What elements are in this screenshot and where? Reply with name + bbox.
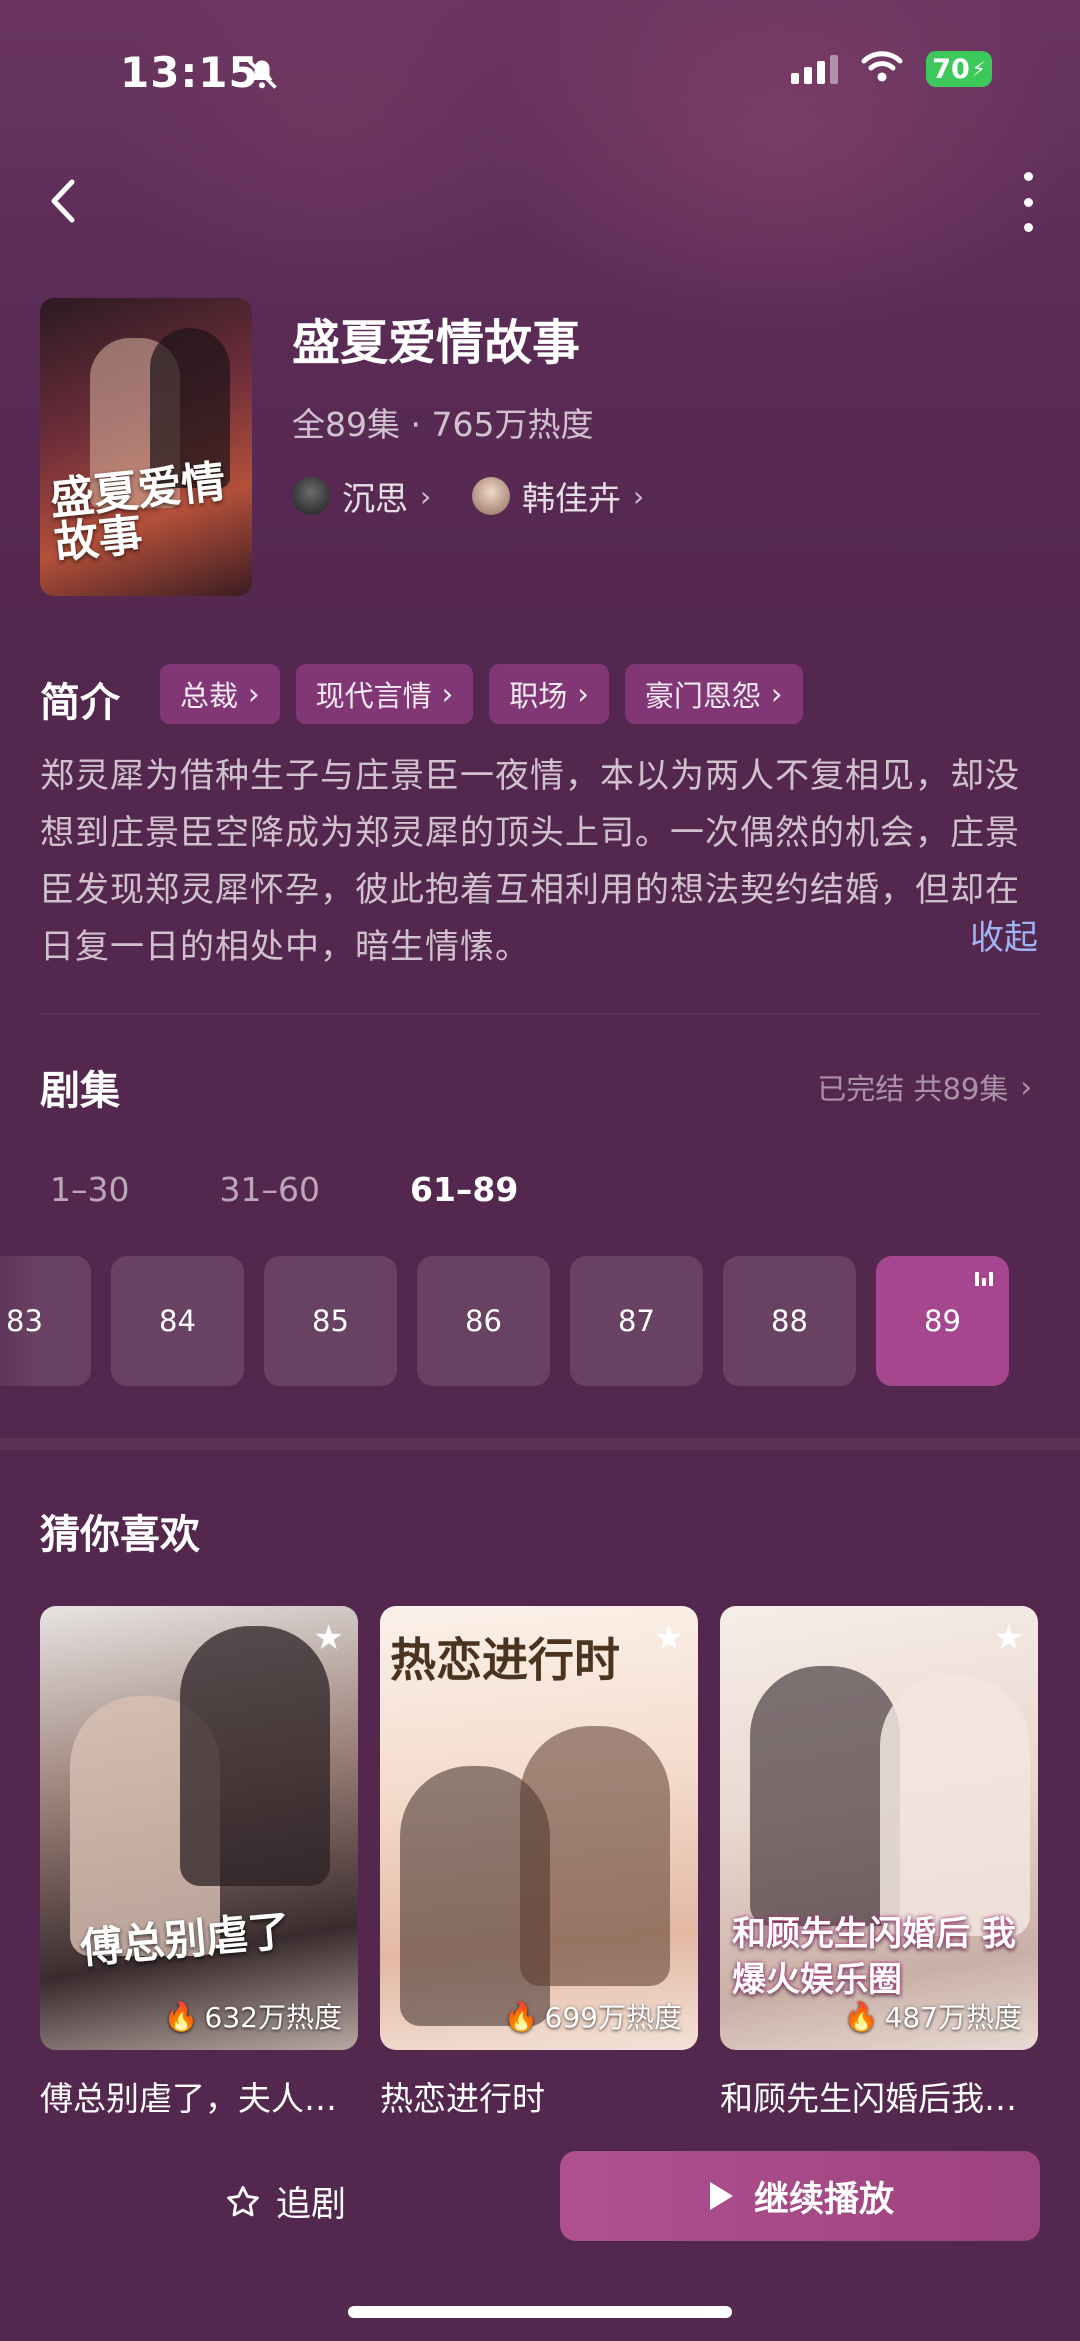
chevron-right-icon: › bbox=[441, 677, 454, 711]
tag-label: 豪门恩怨 bbox=[644, 679, 761, 713]
recommend-thumbnail: 热恋进行时 ★ 🔥 699万热度 bbox=[380, 1606, 698, 2050]
collapse-button[interactable]: 收起 bbox=[970, 910, 1038, 959]
chevron-right-icon: › bbox=[577, 677, 589, 711]
cast-name: 韩佳卉 bbox=[522, 479, 621, 518]
episode-button-88[interactable]: 88 bbox=[723, 1256, 856, 1386]
back-button[interactable] bbox=[40, 170, 90, 230]
heat-badge: 🔥 487万热度 bbox=[844, 1996, 1022, 2036]
home-indicator[interactable] bbox=[348, 2306, 732, 2318]
tab-range-61-89[interactable]: 61–89 bbox=[410, 1170, 518, 1209]
star-icon: ★ bbox=[653, 1618, 684, 1658]
status-time: 13:15 bbox=[120, 48, 259, 97]
tag-label: 总裁 bbox=[180, 679, 239, 713]
chevron-right-icon: › bbox=[633, 479, 645, 513]
tag-modern-romance[interactable]: 现代言情 › bbox=[295, 664, 474, 724]
more-button[interactable] bbox=[1016, 172, 1040, 232]
chevron-left-icon bbox=[51, 179, 75, 223]
intro-heading: 简介 bbox=[40, 680, 120, 726]
section-divider bbox=[0, 1438, 1080, 1450]
heat-value: 699万热度 bbox=[544, 2001, 682, 2034]
charging-icon: ⚡ bbox=[971, 57, 986, 81]
heat-badge: 🔥 699万热度 bbox=[504, 1996, 682, 2036]
episodes-heading: 剧集 bbox=[40, 1068, 120, 1114]
episode-number: 89 bbox=[924, 1304, 961, 1338]
divider bbox=[40, 1013, 1040, 1014]
play-icon bbox=[709, 2182, 733, 2210]
flame-icon: 🔥 bbox=[163, 1999, 199, 2033]
now-playing-icon bbox=[975, 1272, 993, 1286]
signal-icon bbox=[791, 54, 838, 84]
tab-range-31-60[interactable]: 31–60 bbox=[220, 1170, 320, 1209]
battery-level: 70 bbox=[932, 53, 970, 85]
drama-description: 郑灵犀为借种生子与庄景臣一夜情，本以为两人不复相见，却没想到庄景臣空降成为郑灵犀… bbox=[40, 756, 1020, 967]
tag-wealthy-family[interactable]: 豪门恩怨 › bbox=[624, 664, 803, 724]
heat-value: 632万热度 bbox=[204, 2001, 342, 2034]
recommend-title: 和顾先生闪婚后我… bbox=[720, 2079, 1017, 2118]
tag-label: 职场 bbox=[509, 679, 568, 713]
episode-range-tabs: 1–30 31–60 61–89 bbox=[50, 1170, 608, 1209]
chevron-right-icon: › bbox=[770, 677, 783, 711]
recommend-card-2[interactable]: 热恋进行时 ★ 🔥 699万热度 热恋进行时 bbox=[380, 1606, 698, 2120]
episode-button-86[interactable]: 86 bbox=[417, 1256, 550, 1386]
poster-title: 和顾先生闪婚后 我爆火娱乐圈 bbox=[732, 1914, 1016, 2000]
flame-icon: 🔥 bbox=[503, 1999, 539, 2033]
recommend-thumbnail: 和顾先生闪婚后 我爆火娱乐圈 ★ 🔥 487万热度 bbox=[720, 1606, 1038, 2050]
follow-label: 追剧 bbox=[276, 2185, 347, 2225]
cast-item-2[interactable]: 韩佳卉 › bbox=[472, 472, 644, 520]
tag-workplace[interactable]: 职场 › bbox=[489, 664, 609, 724]
episodes-status: 已完结 共89集 bbox=[817, 1072, 1009, 1106]
heat-value: 487万热度 bbox=[884, 2001, 1022, 2034]
star-icon: ★ bbox=[313, 1618, 344, 1658]
episode-button-89[interactable]: 89 bbox=[876, 1256, 1009, 1386]
poster-title: 热恋进行时 bbox=[390, 1633, 620, 1687]
cast-item-1[interactable]: 沉思 › bbox=[292, 472, 431, 520]
star-icon: ★ bbox=[993, 1618, 1024, 1658]
battery-icon: 70 ⚡ bbox=[926, 51, 992, 87]
mute-icon bbox=[244, 56, 280, 96]
episode-list: 83 84 85 86 87 88 89 bbox=[0, 1256, 1009, 1386]
episode-button-84[interactable]: 84 bbox=[111, 1256, 244, 1386]
star-outline-icon bbox=[227, 2185, 259, 2216]
avatar bbox=[472, 477, 510, 515]
recommend-title: 热恋进行时 bbox=[380, 2079, 545, 2118]
avatar bbox=[292, 477, 330, 515]
tab-range-1-30[interactable]: 1–30 bbox=[50, 1170, 130, 1209]
episode-button-85[interactable]: 85 bbox=[264, 1256, 397, 1386]
continue-play-label: 继续播放 bbox=[753, 2179, 894, 2220]
recommend-card-1[interactable]: 傅总别虐了 ★ 🔥 632万热度 傅总别虐了，夫人… bbox=[40, 1606, 358, 2120]
cover-title: 盛夏爱情故事 bbox=[47, 456, 228, 570]
genre-tags: 总裁 › 现代言情 › 职场 › 豪门恩怨 › bbox=[160, 664, 803, 724]
recommend-card-3[interactable]: 和顾先生闪婚后 我爆火娱乐圈 ★ 🔥 487万热度 和顾先生闪婚后我… bbox=[720, 1606, 1038, 2120]
wifi-icon bbox=[860, 50, 904, 88]
recommend-thumbnail: 傅总别虐了 ★ 🔥 632万热度 bbox=[40, 1606, 358, 2050]
chevron-right-icon: › bbox=[248, 677, 260, 711]
chevron-right-icon: › bbox=[1020, 1070, 1032, 1104]
drama-meta: 全89集 · 765万热度 bbox=[292, 405, 594, 444]
continue-play-button[interactable]: 继续播放 bbox=[560, 2151, 1040, 2241]
recommend-title: 傅总别虐了，夫人… bbox=[40, 2079, 337, 2118]
drama-cover[interactable]: 盛夏爱情故事 bbox=[40, 298, 252, 596]
more-dot-icon bbox=[1023, 172, 1033, 181]
follow-button[interactable]: 追剧 bbox=[224, 2176, 346, 2227]
flame-icon: 🔥 bbox=[843, 1999, 879, 2033]
drama-title: 盛夏爱情故事 bbox=[292, 315, 581, 371]
chevron-right-icon: › bbox=[420, 479, 432, 513]
recommend-heading: 猜你喜欢 bbox=[40, 1512, 200, 1558]
heat-badge: 🔥 632万热度 bbox=[164, 1996, 342, 2036]
episode-button-87[interactable]: 87 bbox=[570, 1256, 703, 1386]
recommend-list: 傅总别虐了 ★ 🔥 632万热度 傅总别虐了，夫人… 热恋进行时 ★ 🔥 699万热… bbox=[40, 1606, 1038, 2120]
tag-label: 现代言情 bbox=[315, 679, 432, 713]
tag-president[interactable]: 总裁 › bbox=[160, 664, 280, 724]
episodes-status-link[interactable]: 已完结 共89集 › bbox=[817, 1066, 1032, 1108]
cast-name: 沉思 bbox=[342, 479, 408, 518]
episode-button-83[interactable]: 83 bbox=[0, 1256, 91, 1386]
